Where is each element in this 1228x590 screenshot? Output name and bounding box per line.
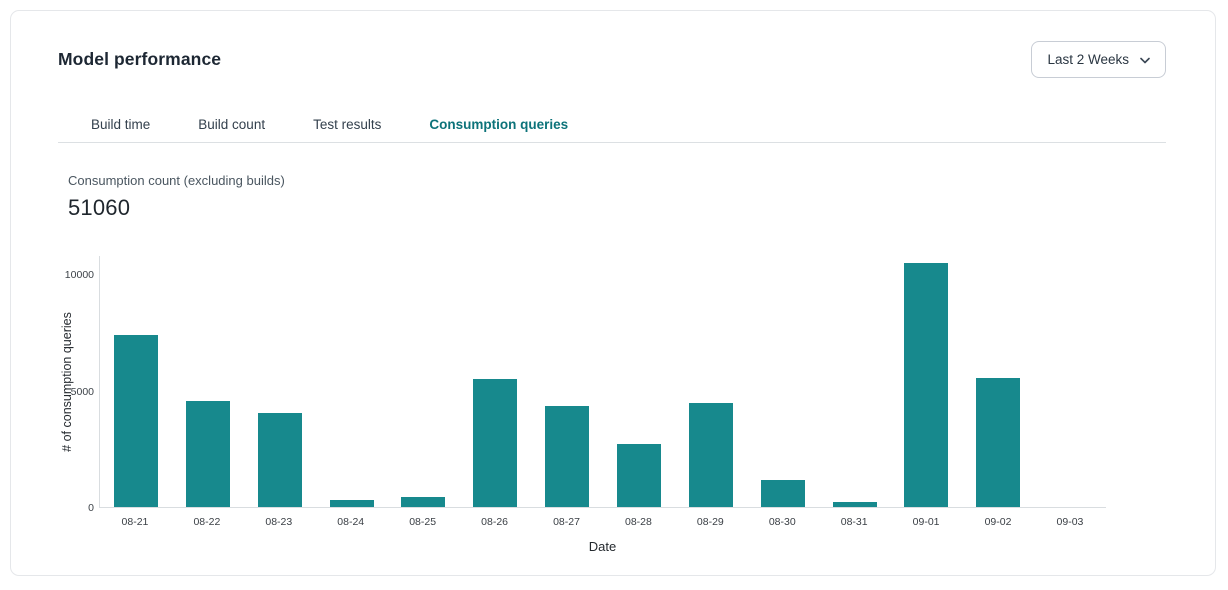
x-tick-label: 08-25: [387, 516, 459, 528]
bar-09-02[interactable]: [976, 378, 1020, 507]
consumption-queries-chart: # of consumption queries 0500010000 08-2…: [11, 11, 1215, 575]
bar-slot: [747, 480, 819, 507]
y-tick-label: 5000: [34, 386, 94, 398]
x-tick-label: 08-26: [459, 516, 531, 528]
y-tick-label: 0: [34, 502, 94, 514]
model-performance-card: Model performance Last 2 Weeks Build tim…: [10, 10, 1216, 576]
x-tick-label: 08-23: [243, 516, 315, 528]
x-axis-title: Date: [99, 539, 1106, 554]
x-tick-label: 09-02: [962, 516, 1034, 528]
y-tick-label: 10000: [34, 269, 94, 281]
x-tick-label: 08-30: [746, 516, 818, 528]
bar-slot: [890, 263, 962, 507]
bar-slot: [387, 497, 459, 507]
bar-slot: [531, 406, 603, 507]
bar-slot: [962, 378, 1034, 507]
x-tick-label: 08-22: [171, 516, 243, 528]
bar-08-28[interactable]: [617, 444, 661, 507]
bar-09-01[interactable]: [904, 263, 948, 507]
bar-08-23[interactable]: [258, 413, 302, 507]
bar-slot: [100, 335, 172, 507]
bar-slot: [819, 502, 891, 507]
x-tick-label: 08-29: [674, 516, 746, 528]
bar-08-24[interactable]: [330, 500, 374, 507]
bar-08-21[interactable]: [114, 335, 158, 507]
x-tick-label: 08-21: [99, 516, 171, 528]
x-tick-label: 08-28: [602, 516, 674, 528]
bar-08-31[interactable]: [833, 502, 877, 507]
bar-slot: [459, 379, 531, 507]
x-tick-label: 08-27: [531, 516, 603, 528]
x-axis-ticks: 08-2108-2208-2308-2408-2508-2608-2708-28…: [99, 516, 1106, 528]
bar-08-25[interactable]: [401, 497, 445, 507]
y-axis-ticks: 0 5000 10000: [34, 11, 94, 575]
bar-slot: [675, 403, 747, 507]
plot-area: [99, 256, 1106, 508]
x-tick-label: 09-03: [1034, 516, 1106, 528]
bar-08-22[interactable]: [186, 401, 230, 507]
bar-slot: [603, 444, 675, 507]
bar-08-30[interactable]: [761, 480, 805, 507]
x-tick-label: 08-31: [818, 516, 890, 528]
bar-slot: [172, 401, 244, 507]
bar-slot: [316, 500, 388, 507]
bar-08-27[interactable]: [545, 406, 589, 507]
bar-slot: [244, 413, 316, 507]
x-tick-label: 09-01: [890, 516, 962, 528]
bar-08-29[interactable]: [689, 403, 733, 507]
x-tick-label: 08-24: [315, 516, 387, 528]
bar-08-26[interactable]: [473, 379, 517, 507]
